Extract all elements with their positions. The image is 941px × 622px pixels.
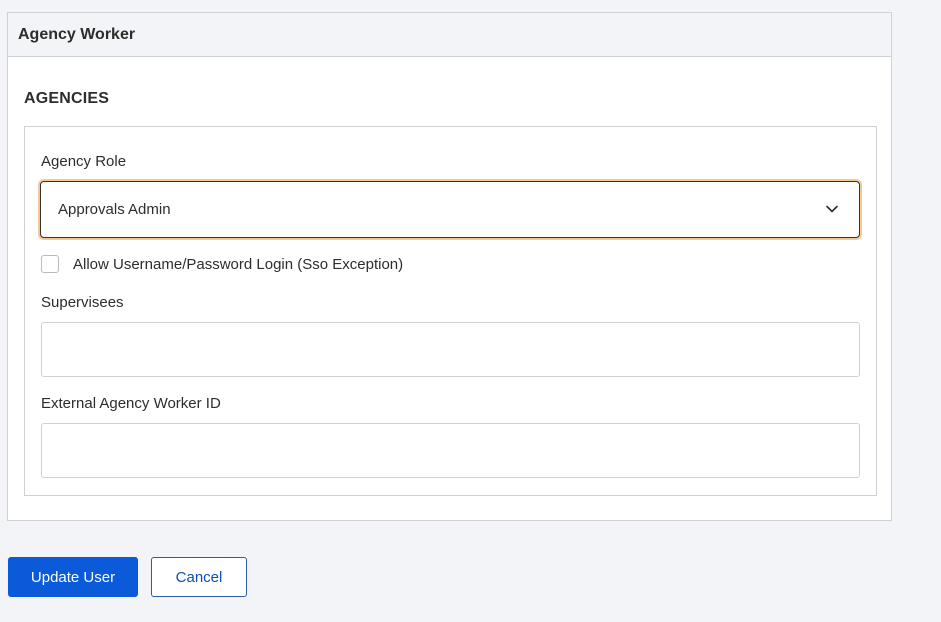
agencies-fieldset: Agency Role Approvals Admin Allow Userna… bbox=[24, 126, 877, 496]
supervisees-input[interactable] bbox=[41, 322, 860, 377]
chevron-down-icon bbox=[826, 205, 838, 213]
external-agency-worker-id-label: External Agency Worker ID bbox=[41, 395, 221, 412]
cancel-button[interactable]: Cancel bbox=[151, 557, 247, 597]
update-user-button[interactable]: Update User bbox=[8, 557, 138, 597]
supervisees-label: Supervisees bbox=[41, 294, 124, 311]
agency-role-select[interactable]: Approvals Admin bbox=[40, 181, 860, 238]
section-title-agencies: AGENCIES bbox=[24, 90, 110, 107]
sso-exception-label: Allow Username/Password Login (Sso Excep… bbox=[73, 255, 404, 273]
agency-role-label: Agency Role bbox=[41, 153, 127, 170]
card-header: Agency Worker bbox=[8, 13, 891, 57]
agency-role-selected-value: Approvals Admin bbox=[58, 201, 171, 218]
card-title: Agency Worker bbox=[18, 25, 136, 43]
sso-exception-checkbox[interactable] bbox=[41, 255, 59, 273]
sso-exception-row: Allow Username/Password Login (Sso Excep… bbox=[41, 255, 403, 273]
agency-worker-card: Agency Worker AGENCIES Agency Role Appro… bbox=[7, 12, 892, 521]
external-agency-worker-id-input[interactable] bbox=[41, 423, 860, 478]
